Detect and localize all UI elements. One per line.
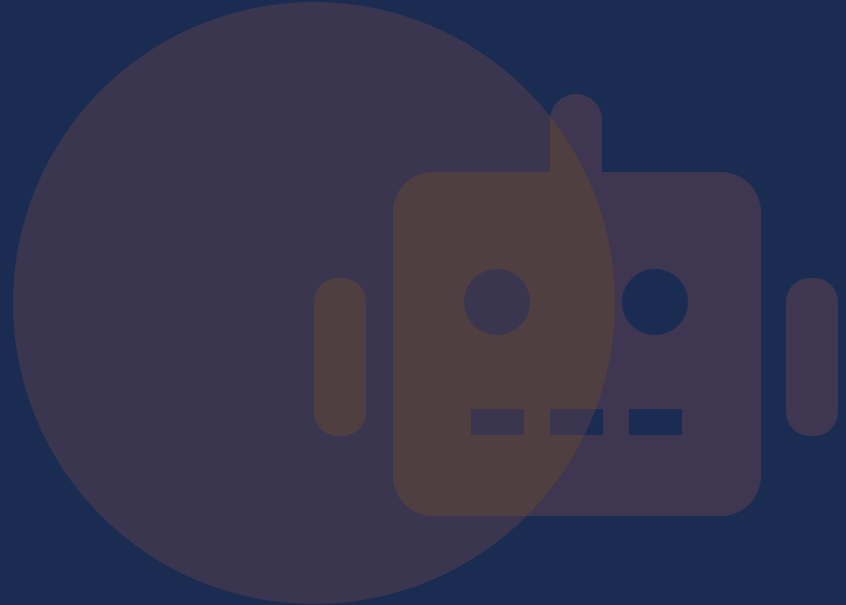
illustration bbox=[0, 0, 846, 605]
robot-icon bbox=[0, 0, 846, 605]
